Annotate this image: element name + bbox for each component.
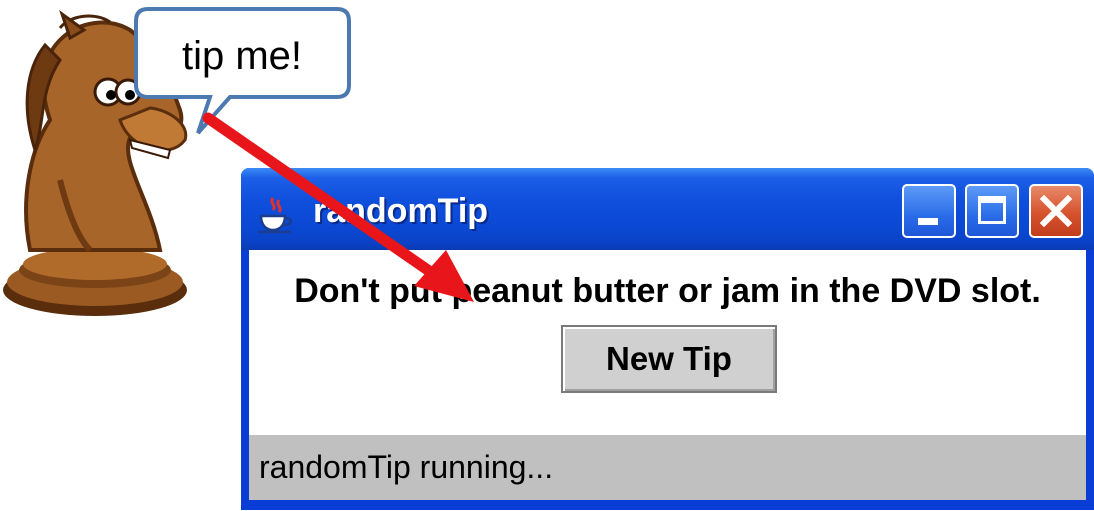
window-content: Don't put peanut butter or jam in the DV… (249, 250, 1086, 435)
minimize-button[interactable] (902, 184, 956, 238)
tip-label: Don't put peanut butter or jam in the DV… (294, 272, 1041, 310)
minimize-icon (918, 218, 938, 225)
app-window: randomTip Don't put peanut butter or jam… (241, 168, 1094, 510)
window-titlebar[interactable]: randomTip (241, 168, 1094, 250)
close-icon (1039, 194, 1073, 228)
status-text: randomTip running... (259, 449, 554, 485)
status-bar: randomTip running... (249, 435, 1086, 500)
maximize-icon (978, 196, 1006, 224)
java-coffee-cup-icon (258, 197, 293, 234)
close-button[interactable] (1029, 184, 1083, 238)
window-title: randomTip (313, 192, 489, 230)
new-tip-button[interactable]: New Tip (561, 325, 777, 393)
maximize-button[interactable] (965, 184, 1019, 238)
speech-bubble-text: tip me! (181, 33, 303, 78)
